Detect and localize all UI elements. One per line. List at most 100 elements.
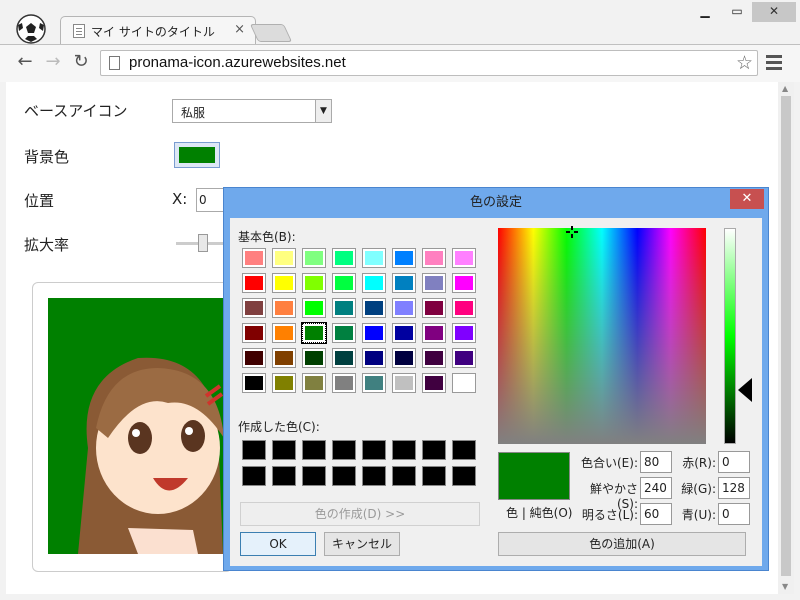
custom-color-swatch[interactable] [452, 466, 476, 486]
custom-color-swatch[interactable] [392, 466, 416, 486]
basic-color-swatch[interactable] [302, 373, 326, 393]
tab-close-icon[interactable]: × [234, 22, 245, 37]
basic-color-swatch[interactable] [422, 373, 446, 393]
basic-color-swatch[interactable] [332, 373, 356, 393]
basic-color-swatch[interactable] [301, 322, 327, 344]
custom-color-swatch[interactable] [422, 440, 446, 460]
scrollbar[interactable]: ▲ ▼ [778, 82, 794, 594]
basic-color-swatch[interactable] [422, 298, 446, 318]
basic-color-swatch[interactable] [362, 323, 386, 343]
basic-color-swatch[interactable] [452, 273, 476, 293]
basic-color-swatch[interactable] [392, 273, 416, 293]
lum-field[interactable]: 60 [640, 503, 672, 525]
custom-colors-label: 作成した色(C): [238, 420, 320, 434]
basic-color-swatch[interactable] [332, 348, 356, 368]
basic-color-swatch[interactable] [392, 248, 416, 268]
luminance-arrow-icon[interactable] [738, 378, 752, 402]
custom-color-swatch[interactable] [242, 466, 266, 486]
basic-color-swatch[interactable] [302, 248, 326, 268]
color-spectrum[interactable] [498, 228, 706, 444]
minimize-button[interactable]: ▁ [692, 2, 718, 22]
custom-color-swatch[interactable] [362, 466, 386, 486]
basic-color-swatch[interactable] [392, 373, 416, 393]
menu-icon[interactable] [766, 55, 782, 73]
browser-tab[interactable]: マイ サイトのタイトル × [60, 16, 256, 44]
red-field[interactable]: 0 [718, 451, 750, 473]
scroll-thumb[interactable] [781, 96, 791, 576]
basic-color-swatch[interactable] [332, 248, 356, 268]
scroll-down-icon[interactable]: ▼ [782, 582, 788, 591]
custom-color-swatch[interactable] [332, 466, 356, 486]
custom-color-swatch[interactable] [272, 466, 296, 486]
forward-button[interactable]: → [42, 51, 64, 73]
scroll-up-icon[interactable]: ▲ [782, 84, 788, 93]
custom-color-swatch[interactable] [272, 440, 296, 460]
luminance-slider[interactable] [724, 228, 736, 444]
basic-color-swatch[interactable] [392, 323, 416, 343]
custom-color-swatch[interactable] [332, 440, 356, 460]
basic-color-swatch[interactable] [422, 348, 446, 368]
basic-color-swatch[interactable] [242, 323, 266, 343]
basic-color-swatch[interactable] [452, 373, 476, 393]
x-input[interactable]: 0 [196, 188, 226, 212]
basic-color-swatch[interactable] [272, 373, 296, 393]
back-button[interactable]: ← [14, 51, 36, 73]
dialog-close-button[interactable]: ✕ [730, 189, 764, 209]
basic-color-swatch[interactable] [422, 248, 446, 268]
custom-color-swatch[interactable] [302, 466, 326, 486]
basic-color-swatch[interactable] [332, 298, 356, 318]
basic-color-swatch[interactable] [272, 248, 296, 268]
basic-color-swatch[interactable] [452, 298, 476, 318]
blue-field[interactable]: 0 [718, 503, 750, 525]
basic-color-swatch[interactable] [242, 373, 266, 393]
basic-color-swatch[interactable] [302, 273, 326, 293]
base-icon-select[interactable]: 私服 ▼ [172, 99, 332, 123]
window-close-button[interactable]: ✕ [752, 2, 796, 22]
green-field[interactable]: 128 [718, 477, 750, 499]
basic-color-swatch[interactable] [302, 298, 326, 318]
cancel-button[interactable]: キャンセル [324, 532, 400, 556]
basic-color-swatch[interactable] [452, 323, 476, 343]
basic-color-swatch[interactable] [362, 348, 386, 368]
basic-color-swatch[interactable] [242, 348, 266, 368]
basic-color-swatch[interactable] [362, 248, 386, 268]
address-bar[interactable]: pronama-icon.azurewebsites.net ☆ [100, 50, 758, 76]
maximize-button[interactable]: ▭ [724, 2, 750, 22]
custom-color-swatch[interactable] [422, 466, 446, 486]
custom-color-swatch[interactable] [302, 440, 326, 460]
basic-color-swatch[interactable] [332, 273, 356, 293]
custom-color-swatch[interactable] [242, 440, 266, 460]
basic-color-swatch[interactable] [422, 273, 446, 293]
basic-color-swatch[interactable] [242, 298, 266, 318]
basic-color-swatch[interactable] [362, 273, 386, 293]
basic-color-swatch[interactable] [332, 323, 356, 343]
basic-color-swatch[interactable] [392, 298, 416, 318]
basic-color-swatch[interactable] [392, 348, 416, 368]
sat-field[interactable]: 240 [640, 477, 672, 499]
custom-color-swatch[interactable] [452, 440, 476, 460]
hue-field[interactable]: 80 [640, 451, 672, 473]
basic-color-swatch[interactable] [452, 348, 476, 368]
bookmark-star-icon[interactable]: ☆ [736, 52, 753, 74]
custom-color-swatch[interactable] [392, 440, 416, 460]
reload-button[interactable]: ↻ [70, 51, 92, 73]
basic-color-swatch[interactable] [452, 248, 476, 268]
define-custom-colors-button[interactable]: 色の作成(D) >> [240, 502, 480, 526]
basic-color-swatch[interactable] [272, 298, 296, 318]
add-custom-color-button[interactable]: 色の追加(A) [498, 532, 746, 556]
basic-color-swatch[interactable] [302, 348, 326, 368]
basic-color-swatch[interactable] [242, 248, 266, 268]
basic-color-swatch[interactable] [242, 273, 266, 293]
basic-color-swatch[interactable] [362, 298, 386, 318]
ok-button[interactable]: OK [240, 532, 316, 556]
bg-color-picker[interactable] [174, 142, 220, 168]
basic-color-swatch[interactable] [272, 273, 296, 293]
new-tab-button[interactable] [249, 24, 293, 42]
basic-color-swatch[interactable] [362, 373, 386, 393]
basic-color-swatch[interactable] [422, 323, 446, 343]
dialog-title: 色の設定 [469, 195, 522, 210]
custom-color-swatch[interactable] [362, 440, 386, 460]
basic-color-swatch[interactable] [272, 348, 296, 368]
basic-color-swatch[interactable] [272, 323, 296, 343]
scale-slider-thumb[interactable] [198, 234, 208, 252]
